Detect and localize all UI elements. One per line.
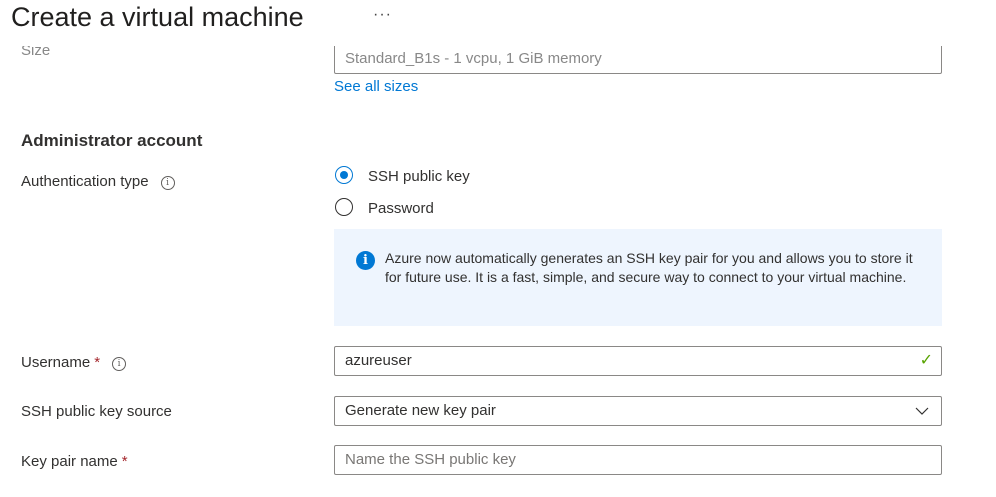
info-text: Azure now automatically generates an SSH… <box>385 250 913 285</box>
username-text: Username <box>21 354 91 371</box>
check-icon: ✓ <box>919 352 933 369</box>
chevron-down-icon <box>915 407 929 415</box>
info-icon: i <box>356 251 375 270</box>
radio-password-label[interactable]: Password <box>368 200 434 217</box>
admin-account-heading: Administrator account <box>21 131 203 150</box>
key-pair-input[interactable]: Name the SSH public key <box>334 445 942 475</box>
size-select[interactable]: Standard_B1s - 1 vcpu, 1 GiB memory <box>334 44 942 74</box>
key-pair-text: Key pair name <box>21 453 118 470</box>
page-header: Create a virtual machine ··· <box>0 0 996 46</box>
required-marker: * <box>121 453 128 470</box>
ssh-info-box: i Azure now automatically generates an S… <box>334 229 942 326</box>
ssh-source-select[interactable]: Generate new key pair <box>334 396 942 426</box>
info-icon[interactable]: i <box>112 357 127 371</box>
auth-type-label: Authentication type i <box>21 173 175 190</box>
see-all-sizes-link[interactable]: See all sizes <box>334 78 418 95</box>
info-icon[interactable]: i <box>160 176 175 190</box>
ssh-source-value: Generate new key pair <box>345 402 496 419</box>
username-input[interactable]: azureuser ✓ <box>334 346 942 376</box>
username-label: Username * i <box>21 354 127 371</box>
radio-ssh-public-key[interactable] <box>335 166 353 184</box>
ssh-source-label: SSH public key source <box>21 403 172 420</box>
page-title: Create a virtual machine <box>11 2 304 32</box>
key-pair-label: Key pair name * <box>21 453 128 470</box>
radio-password[interactable] <box>335 198 353 216</box>
required-marker: * <box>94 354 101 371</box>
auth-type-text: Authentication type <box>21 173 149 190</box>
more-options-button[interactable]: ··· <box>373 6 392 24</box>
radio-ssh-label[interactable]: SSH public key <box>368 168 470 185</box>
username-value: azureuser <box>345 352 412 369</box>
